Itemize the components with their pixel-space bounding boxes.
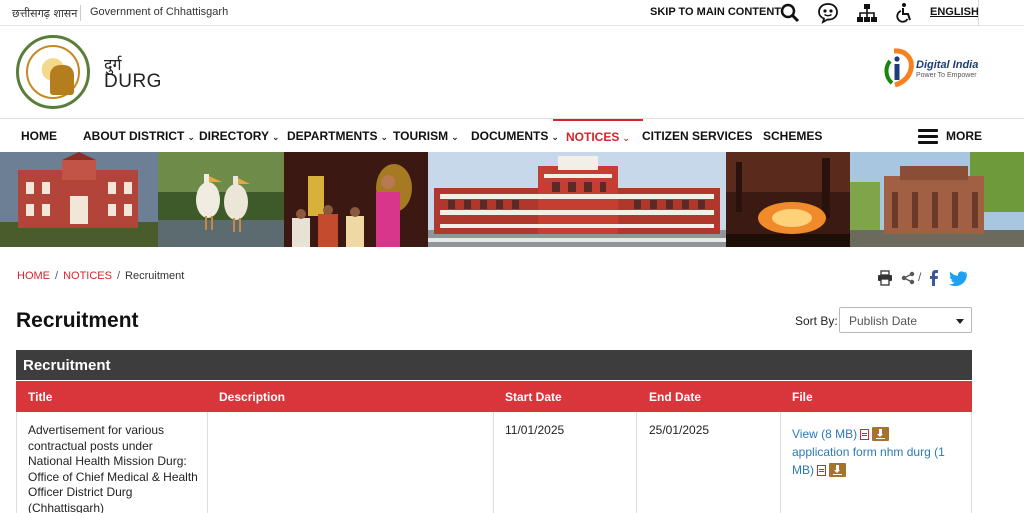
page-title: Recruitment xyxy=(16,309,139,332)
cell-title: Advertisement for various contractual po… xyxy=(28,423,198,513)
main-navigation: HOME ABOUT DISTRICT ⌄ DIRECTORY ⌄ DEPARTME… xyxy=(0,118,1024,152)
sort-by-label: Sort By: xyxy=(795,314,838,328)
column-divider xyxy=(636,412,637,513)
nav-item-documents[interactable]: DOCUMENTS ⌄ xyxy=(471,119,559,153)
chhattisgarh-emblem-logo[interactable] xyxy=(16,35,90,109)
print-icon[interactable] xyxy=(877,270,893,286)
top-utility-bar: छत्तीसगढ़ शासन Government of Chhattisgar… xyxy=(0,0,1024,26)
table-row: Advertisement for various contractual po… xyxy=(16,412,972,513)
chevron-down-icon: ⌄ xyxy=(380,133,388,143)
sort-by-selected-value: Publish Date xyxy=(849,314,918,328)
cell-start-date: 11/01/2025 xyxy=(505,423,565,437)
sitemap-icon[interactable] xyxy=(856,2,878,24)
sitemap-chat-icon[interactable] xyxy=(817,2,839,24)
skip-to-main-content-link[interactable]: SKIP TO MAIN CONTENT xyxy=(650,6,781,18)
file-entry: View (8 MB) xyxy=(792,424,964,443)
nav-item-tourism[interactable]: TOURISM ⌄ xyxy=(393,119,459,153)
language-english-link[interactable]: ENGLISH xyxy=(930,6,979,18)
column-header-file: File xyxy=(792,390,813,404)
digital-india-icon xyxy=(884,48,914,88)
hamburger-menu-icon[interactable] xyxy=(918,129,938,144)
application-form-link[interactable]: application form nhm durg (1 MB) xyxy=(792,445,945,478)
site-header: दुर्ग DURG Digital India Power To Empowe… xyxy=(0,27,1024,117)
chevron-down-icon: ⌄ xyxy=(622,134,630,144)
accessibility-icon[interactable] xyxy=(893,2,915,24)
digital-india-logo[interactable]: Digital India Power To Empower xyxy=(880,47,980,91)
divider xyxy=(978,0,979,26)
nav-item-departments[interactable]: DEPARTMENTS ⌄ xyxy=(287,119,388,153)
table-caption-bar: Recruitment xyxy=(16,350,972,380)
nav-more-button[interactable]: MORE xyxy=(946,119,982,153)
share-separator: / xyxy=(918,270,922,284)
banner-folk-performance-image xyxy=(284,152,428,247)
nav-item-about-district[interactable]: ABOUT DISTRICT ⌄ xyxy=(83,119,195,153)
column-header-description: Description xyxy=(219,390,286,404)
column-header-start-date: Start Date xyxy=(505,390,562,404)
pdf-icon xyxy=(860,429,870,440)
site-name[interactable]: DURG xyxy=(104,71,162,93)
cell-files: View (8 MB) application form nhm durg (1… xyxy=(792,424,964,479)
download-icon[interactable] xyxy=(829,463,846,477)
nav-item-schemes[interactable]: SCHEMES xyxy=(763,119,822,153)
banner-pelicans-image xyxy=(158,152,284,247)
banner-image-collage xyxy=(0,152,1024,247)
twitter-icon[interactable] xyxy=(949,271,967,286)
pdf-icon xyxy=(817,465,826,476)
breadcrumb: HOME / NOTICES / Recruitment xyxy=(17,270,184,282)
nav-item-notices[interactable]: NOTICES ⌄ xyxy=(553,119,643,153)
digital-india-tagline: Power To Empower xyxy=(916,72,977,79)
file-view-link[interactable]: View (8 MB) xyxy=(792,427,857,441)
table-caption: Recruitment xyxy=(23,357,111,374)
share-toolbar: / xyxy=(876,270,972,288)
nav-item-directory[interactable]: DIRECTORY ⌄ xyxy=(199,119,280,153)
chevron-down-icon: ⌄ xyxy=(187,133,195,143)
search-icon[interactable] xyxy=(779,2,801,24)
banner-government-building-image xyxy=(428,152,726,247)
chevron-down-icon: ⌄ xyxy=(451,133,459,143)
state-government-hindi-label: छत्तीसगढ़ शासन xyxy=(12,7,78,20)
divider xyxy=(80,5,81,21)
column-header-title: Title xyxy=(28,390,53,404)
breadcrumb-separator: / xyxy=(116,270,121,282)
cell-end-date: 25/01/2025 xyxy=(649,423,710,437)
facebook-icon[interactable] xyxy=(928,270,940,286)
caret-down-icon xyxy=(956,319,964,324)
breadcrumb-separator: / xyxy=(55,270,59,282)
file-entry: application form nhm durg (1 MB) xyxy=(792,445,964,479)
column-divider xyxy=(207,412,208,513)
government-label: Government of Chhattisgarh xyxy=(90,6,229,18)
breadcrumb-current: Recruitment xyxy=(125,270,185,282)
nav-item-home[interactable]: HOME xyxy=(21,119,57,153)
chevron-down-icon: ⌄ xyxy=(272,133,280,143)
column-divider xyxy=(493,412,494,513)
banner-temple-image xyxy=(850,152,1024,247)
column-divider xyxy=(780,412,781,513)
column-header-end-date: End Date xyxy=(649,390,702,404)
nav-item-citizen-services[interactable]: CITIZEN SERVICES xyxy=(642,119,752,153)
banner-steel-plant-image xyxy=(726,152,850,247)
table-header-row: Title Description Start Date End Date Fi… xyxy=(16,381,972,412)
breadcrumb-home-link[interactable]: HOME xyxy=(17,270,50,282)
breadcrumb-notices-link[interactable]: NOTICES xyxy=(63,270,112,282)
download-icon[interactable] xyxy=(872,427,890,441)
share-icon[interactable] xyxy=(901,271,915,285)
digital-india-name: Digital India xyxy=(916,59,979,71)
banner-heritage-building-image xyxy=(0,152,158,247)
sort-by-select[interactable]: Publish Date xyxy=(839,307,972,333)
